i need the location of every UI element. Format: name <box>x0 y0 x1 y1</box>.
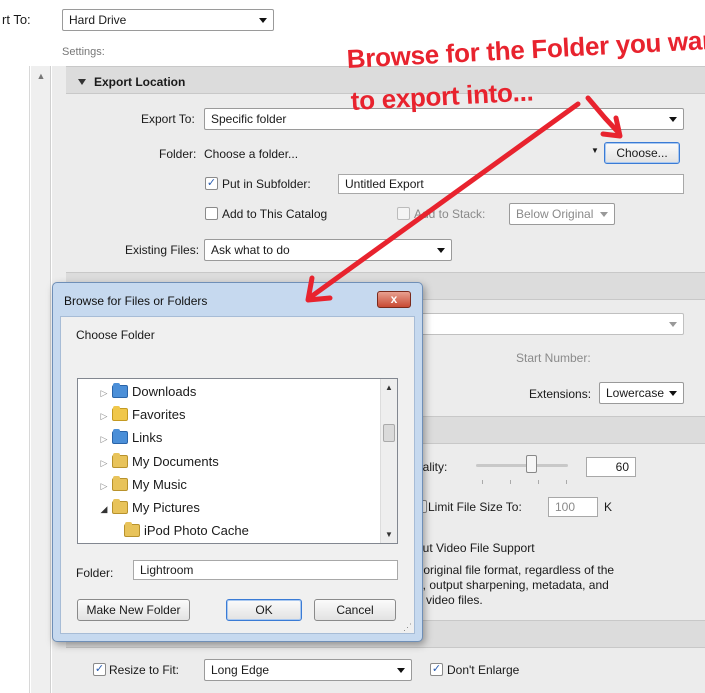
arrow-to-choose-button <box>585 95 623 139</box>
annotation-arrows <box>305 95 623 303</box>
arrow-shaft-choose <box>585 95 621 135</box>
arrow-shaft-dialog <box>309 101 581 299</box>
arrow-to-dialog <box>305 101 581 303</box>
